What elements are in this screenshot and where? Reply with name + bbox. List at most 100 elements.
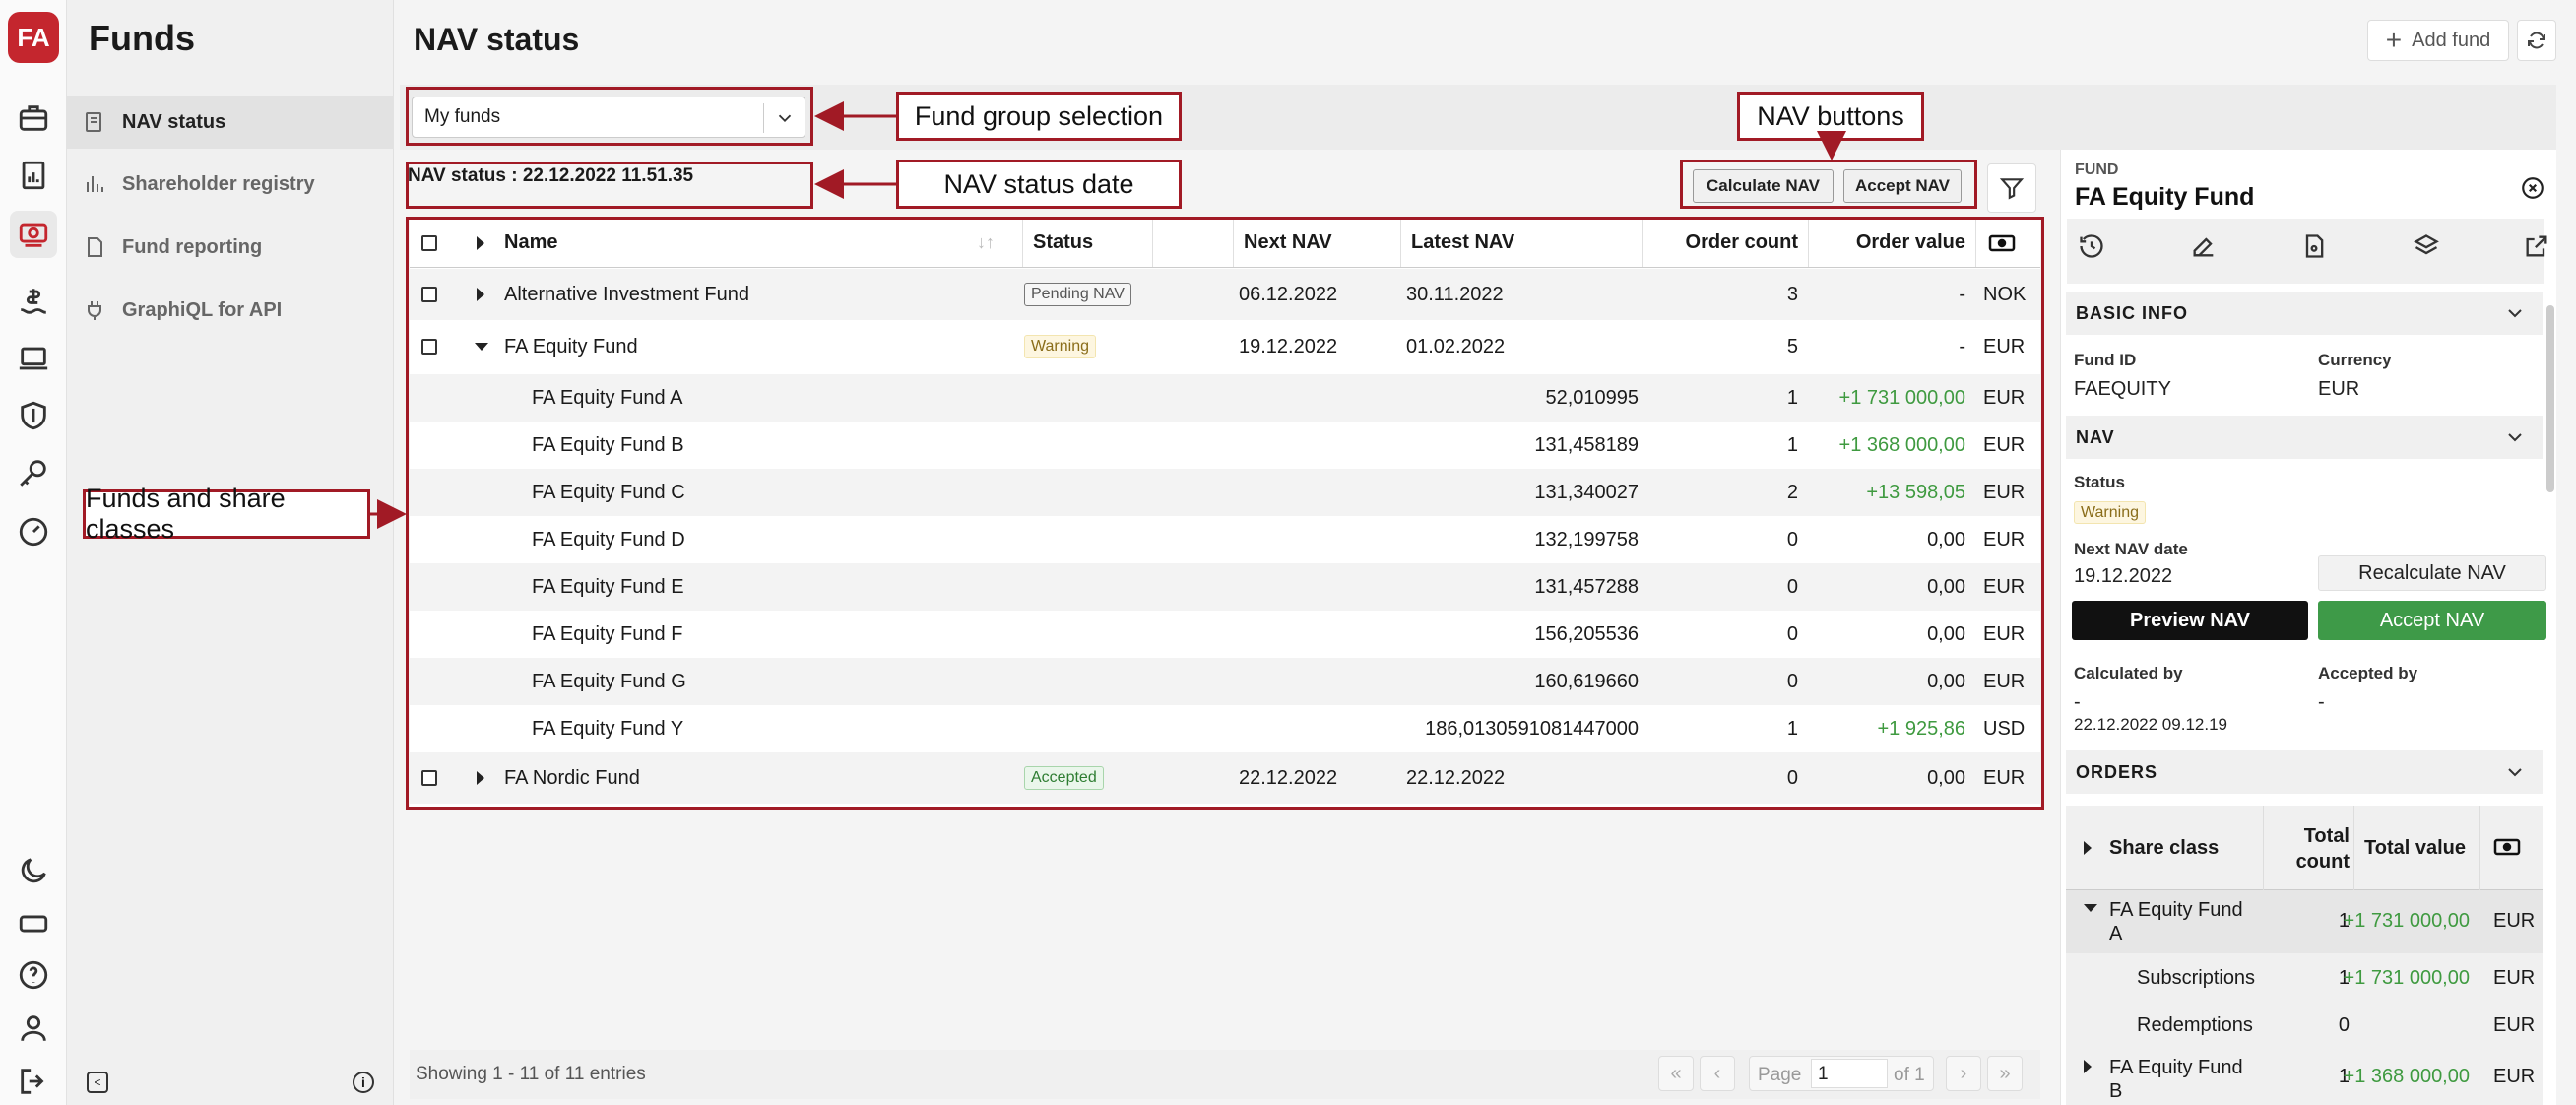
currency-label: Currency bbox=[2318, 351, 2392, 369]
orders-row: Subscriptions 1 +1 731 000,00 EUR bbox=[2066, 953, 2543, 1001]
annotation-frame-fund-group bbox=[406, 87, 813, 146]
gauge-icon[interactable] bbox=[10, 508, 57, 555]
last-page-button[interactable]: » bbox=[1987, 1056, 2023, 1091]
filter-button[interactable] bbox=[1987, 163, 2036, 213]
user-icon[interactable] bbox=[10, 1005, 57, 1052]
icon-rail: FA bbox=[0, 0, 67, 1105]
briefcase-icon[interactable] bbox=[10, 95, 57, 142]
orders-table: Share class Total count Total value FA E… bbox=[2066, 806, 2543, 1105]
chevron-down-icon[interactable] bbox=[2503, 425, 2527, 449]
prev-page-button[interactable]: ‹ bbox=[1700, 1056, 1735, 1091]
annotation-frame-nav-date bbox=[406, 162, 813, 209]
chevron-down-icon[interactable] bbox=[2503, 760, 2527, 784]
sidebar-item-label: NAV status bbox=[122, 110, 226, 133]
expand-all-icon[interactable] bbox=[2084, 841, 2092, 855]
orders-row[interactable]: FA Equity Fund A 1 +1 731 000,00 EUR bbox=[2066, 890, 2543, 953]
chevron-down-icon[interactable] bbox=[2503, 301, 2527, 325]
collapse-sidebar-icon[interactable]: < bbox=[87, 1072, 108, 1093]
collapse-icon[interactable] bbox=[2084, 904, 2097, 912]
annotation-label-nav-buttons: NAV buttons bbox=[1737, 92, 1924, 141]
section-basic-info[interactable]: BASIC INFO bbox=[2066, 292, 2543, 335]
orders-row[interactable]: FA Equity Fund B 1 +1 368 000,00 EUR bbox=[2066, 1048, 2543, 1105]
page-input-group: Page 1 of 1 bbox=[1749, 1056, 1934, 1091]
expand-icon[interactable] bbox=[2084, 1060, 2092, 1073]
currency-icon[interactable] bbox=[2493, 837, 2521, 863]
preview-nav-button[interactable]: Preview NAV bbox=[2072, 601, 2308, 640]
plug-icon bbox=[88, 301, 101, 320]
total-count: 1 bbox=[2338, 967, 2350, 989]
refresh-button[interactable] bbox=[2517, 20, 2556, 61]
page-title: NAV status bbox=[414, 22, 580, 57]
sidebar-item-fund-reporting[interactable]: Fund reporting bbox=[67, 221, 394, 274]
nav-icon bbox=[86, 112, 101, 132]
accepted-by-value: - bbox=[2318, 691, 2325, 713]
filter-icon bbox=[1999, 178, 2025, 200]
orders-row: Redemptions 0 EUR bbox=[2066, 1001, 2543, 1048]
page-label: Page bbox=[1758, 1065, 1802, 1085]
add-fund-button[interactable]: + Add fund bbox=[2367, 20, 2509, 61]
info-icon[interactable]: i bbox=[353, 1072, 374, 1093]
fund-id-value: FAEQUITY bbox=[2074, 378, 2171, 400]
logout-icon[interactable] bbox=[10, 1058, 57, 1105]
col-share-class[interactable]: Share class bbox=[2109, 837, 2219, 860]
section-title: BASIC INFO bbox=[2076, 302, 2189, 323]
annotation-label-funds: Funds and share classes bbox=[83, 484, 370, 544]
share-class-name: FA Equity Fund A bbox=[2109, 899, 2243, 944]
moon-icon[interactable] bbox=[10, 847, 57, 894]
key-icon[interactable] bbox=[10, 449, 57, 496]
reports-icon[interactable] bbox=[10, 152, 57, 199]
fund-id-label: Fund ID bbox=[2074, 351, 2137, 369]
recalculate-nav-button[interactable]: Recalculate NAV bbox=[2318, 555, 2546, 591]
next-nav-label: Next NAV date bbox=[2074, 540, 2188, 558]
fa-logo[interactable]: FA bbox=[8, 12, 59, 63]
accept-nav-panel-button[interactable]: Accept NAV bbox=[2318, 601, 2546, 640]
annotation-label-fund-group: Fund group selection bbox=[896, 92, 1182, 141]
currency: EUR bbox=[2493, 1066, 2536, 1087]
status-label: Status bbox=[2074, 473, 2125, 491]
sidebar: Funds NAV status Shareholder registry Fu… bbox=[67, 0, 394, 1105]
laptop-icon[interactable] bbox=[10, 335, 57, 382]
total-count: 0 bbox=[2338, 1014, 2350, 1036]
sidebar-item-shareholder-registry[interactable]: Shareholder registry bbox=[67, 158, 394, 211]
sidebar-item-nav-status[interactable]: NAV status bbox=[67, 96, 394, 149]
total-value: +1 731 000,00 bbox=[2343, 967, 2470, 989]
panel-scrollbar[interactable] bbox=[2546, 305, 2554, 492]
entries-info: Showing 1 - 11 of 11 entries bbox=[416, 1064, 646, 1084]
next-page-button[interactable]: › bbox=[1946, 1056, 1981, 1091]
help-icon[interactable] bbox=[10, 951, 57, 999]
total-count: 1 bbox=[2338, 910, 2350, 932]
status-badge: Warning bbox=[2074, 500, 2146, 524]
chart-icon bbox=[87, 176, 103, 192]
sidebar-item-label: Shareholder registry bbox=[122, 172, 315, 195]
page-input[interactable]: 1 bbox=[1811, 1059, 1888, 1088]
section-orders[interactable]: ORDERS bbox=[2066, 750, 2543, 794]
annotation-label-nav-date: NAV status date bbox=[896, 160, 1182, 209]
total-value: +1 731 000,00 bbox=[2343, 910, 2470, 932]
shield-icon[interactable] bbox=[10, 392, 57, 439]
section-title: NAV bbox=[2076, 426, 2115, 447]
annotation-frame-funds bbox=[406, 217, 2044, 810]
sidebar-item-graphiql[interactable]: GraphiQL for API bbox=[67, 284, 394, 337]
total-value: +1 368 000,00 bbox=[2343, 1066, 2470, 1087]
calculated-by-label: Calculated by bbox=[2074, 664, 2183, 682]
col-total-value[interactable]: Total value bbox=[2357, 837, 2466, 860]
order-type: Subscriptions bbox=[2137, 967, 2256, 989]
add-fund-label: Add fund bbox=[2412, 29, 2491, 51]
sidebar-item-label: Fund reporting bbox=[122, 235, 263, 258]
app-title: Funds bbox=[89, 18, 195, 58]
currency-value: EUR bbox=[2318, 378, 2360, 400]
section-title: ORDERS bbox=[2076, 761, 2158, 782]
funds-icon[interactable] bbox=[10, 211, 57, 258]
page-total: of 1 bbox=[1894, 1065, 1925, 1085]
orders-header: Share class Total count Total value bbox=[2066, 806, 2543, 890]
total-count: 1 bbox=[2338, 1066, 2350, 1087]
annotation-frame-nav-buttons bbox=[1680, 160, 1977, 209]
calculated-time: 22.12.2022 09.12.19 bbox=[2074, 715, 2227, 734]
first-page-button[interactable]: « bbox=[1658, 1056, 1694, 1091]
section-nav[interactable]: NAV bbox=[2066, 416, 2543, 459]
next-nav-value: 19.12.2022 bbox=[2074, 565, 2173, 587]
col-total-count[interactable]: Total count bbox=[2269, 823, 2350, 875]
currency: EUR bbox=[2493, 967, 2536, 989]
ticket-icon[interactable] bbox=[10, 900, 57, 947]
money-icon[interactable] bbox=[10, 278, 57, 325]
